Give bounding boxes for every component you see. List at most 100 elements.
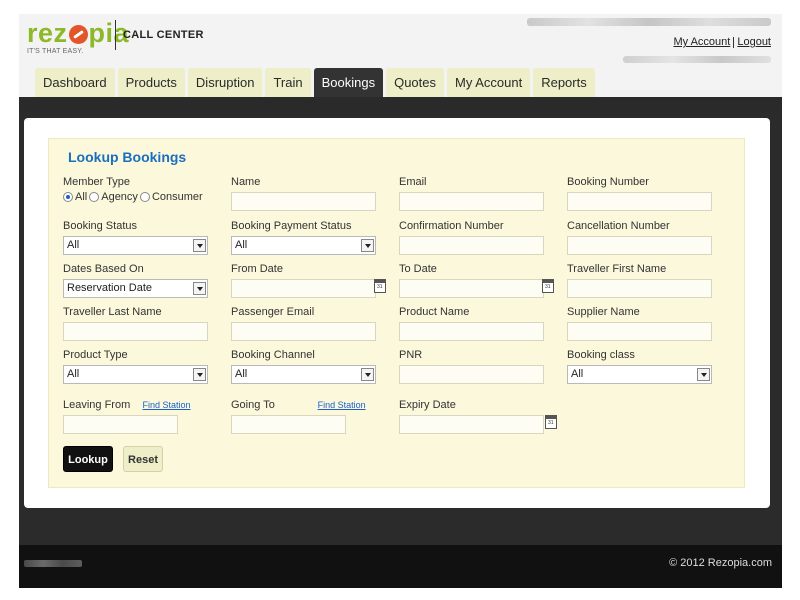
logo-wordmark: rez pia (27, 18, 130, 48)
page: rez pia IT'S THAT EASY. CALL CENTER My Ac… (19, 14, 782, 588)
leaving-from-label-row: Leaving From Find Station (63, 399, 191, 411)
booking-channel-select[interactable]: All (231, 365, 376, 384)
chevron-down-icon (361, 368, 374, 381)
name-input[interactable] (231, 192, 376, 211)
leaving-from-input[interactable] (63, 415, 178, 434)
booking-number-input[interactable] (567, 192, 712, 211)
to-date-field: To Date (399, 263, 554, 298)
pnr-label: PNR (399, 349, 423, 361)
reset-button[interactable]: Reset (123, 446, 163, 472)
booking-status-label: Booking Status (63, 220, 137, 232)
going-to-find-station-link[interactable]: Find Station (318, 400, 366, 410)
leaving-from-field: Leaving From Find Station (63, 399, 191, 434)
my-account-link[interactable]: My Account (673, 36, 730, 48)
expiry-date-input[interactable] (399, 415, 544, 434)
booking-class-select[interactable]: All (567, 365, 712, 384)
email-input[interactable] (399, 192, 544, 211)
booking-channel-value: All (235, 368, 248, 380)
radio-all[interactable] (63, 192, 73, 202)
lookup-button[interactable]: Lookup (63, 446, 113, 472)
going-to-label-row: Going To Find Station (231, 399, 366, 411)
app-title: CALL CENTER (123, 29, 204, 41)
radio-agency[interactable] (89, 192, 100, 202)
logout-link[interactable]: Logout (737, 36, 771, 48)
booking-status-field: Booking Status All (63, 220, 208, 255)
supplier-name-field: Supplier Name (567, 306, 712, 341)
leaving-from-find-station-link[interactable]: Find Station (143, 400, 191, 410)
confirmation-number-input[interactable] (399, 236, 544, 255)
dates-based-on-select[interactable]: Reservation Date (63, 279, 208, 298)
supplier-name-input[interactable] (567, 322, 712, 341)
redacted-user-info (527, 18, 771, 26)
booking-class-value: All (571, 368, 584, 380)
to-date-label: To Date (399, 263, 437, 275)
expiry-date-field: Expiry Date (399, 399, 557, 434)
member-type-radios: All Agency Consumer (63, 191, 203, 203)
copyright-text: © 2012 Rezopia.com (669, 557, 772, 569)
tab-quotes[interactable]: Quotes (386, 68, 444, 97)
from-date-input[interactable] (231, 279, 376, 298)
pnr-field: PNR (399, 349, 544, 384)
radio-agency-label: Agency (101, 191, 138, 203)
tab-products[interactable]: Products (117, 68, 185, 97)
email-label: Email (399, 176, 427, 188)
calendar-icon[interactable] (542, 279, 554, 293)
footer: © 2012 Rezopia.com (19, 545, 782, 588)
product-name-input[interactable] (399, 322, 544, 341)
member-type-label: Member Type (63, 176, 131, 188)
tab-disruption[interactable]: Disruption (187, 68, 263, 97)
going-to-input[interactable] (231, 415, 346, 434)
booking-class-label: Booking class (567, 349, 635, 361)
logo[interactable]: rez pia IT'S THAT EASY. (27, 18, 130, 56)
member-type-field: Member Type All Agency Consumer (63, 176, 203, 203)
booking-number-field: Booking Number (567, 176, 712, 211)
booking-status-value: All (67, 239, 80, 251)
traveller-first-name-label: Traveller First Name (567, 263, 667, 275)
confirmation-number-label: Confirmation Number (399, 220, 504, 232)
to-date-input[interactable] (399, 279, 544, 298)
lookup-bookings-form: Lookup Bookings Member Type All Agency C… (48, 138, 745, 488)
booking-number-label: Booking Number (567, 176, 649, 188)
name-label: Name (231, 176, 261, 188)
product-name-field: Product Name (399, 306, 544, 341)
product-type-select[interactable]: All (63, 365, 208, 384)
booking-channel-field: Booking Channel All (231, 349, 376, 384)
tab-my-account[interactable]: My Account (447, 68, 531, 97)
leaving-from-label: Leaving From (63, 399, 131, 411)
traveller-first-name-input[interactable] (567, 279, 712, 298)
redacted-account-info (623, 56, 771, 63)
confirmation-number-field: Confirmation Number (399, 220, 544, 255)
tab-dashboard[interactable]: Dashboard (35, 68, 115, 97)
tab-reports[interactable]: Reports (533, 68, 595, 97)
cancellation-number-input[interactable] (567, 236, 712, 255)
passenger-email-label: Passenger Email (231, 306, 315, 318)
going-to-label: Going To (231, 399, 275, 411)
passenger-email-input[interactable] (231, 322, 376, 341)
radio-consumer-label: Consumer (151, 191, 203, 203)
chevron-down-icon (361, 239, 374, 252)
form-title: Lookup Bookings (68, 149, 187, 165)
calendar-icon[interactable] (545, 415, 557, 429)
booking-channel-label: Booking Channel (231, 349, 315, 361)
cancellation-number-field: Cancellation Number (567, 220, 712, 255)
tab-bookings[interactable]: Bookings (313, 68, 384, 97)
traveller-last-name-input[interactable] (63, 322, 208, 341)
booking-payment-status-select[interactable]: All (231, 236, 376, 255)
booking-status-select[interactable]: All (63, 236, 208, 255)
expiry-date-label: Expiry Date (399, 399, 456, 411)
supplier-name-label: Supplier Name (567, 306, 640, 318)
logo-divider (115, 20, 116, 50)
cancellation-number-label: Cancellation Number (567, 220, 670, 232)
tab-train[interactable]: Train (265, 68, 311, 97)
nav-underbar (19, 97, 782, 111)
calendar-icon[interactable] (374, 279, 386, 293)
radio-consumer[interactable] (139, 192, 150, 202)
from-date-label: From Date (231, 263, 283, 275)
name-field: Name (231, 176, 376, 211)
product-type-value: All (67, 368, 80, 380)
chevron-down-icon (697, 368, 710, 381)
pnr-input[interactable] (399, 365, 544, 384)
link-separator (733, 36, 735, 48)
dates-based-on-field: Dates Based On Reservation Date (63, 263, 208, 298)
dates-based-on-value: Reservation Date (67, 282, 152, 294)
